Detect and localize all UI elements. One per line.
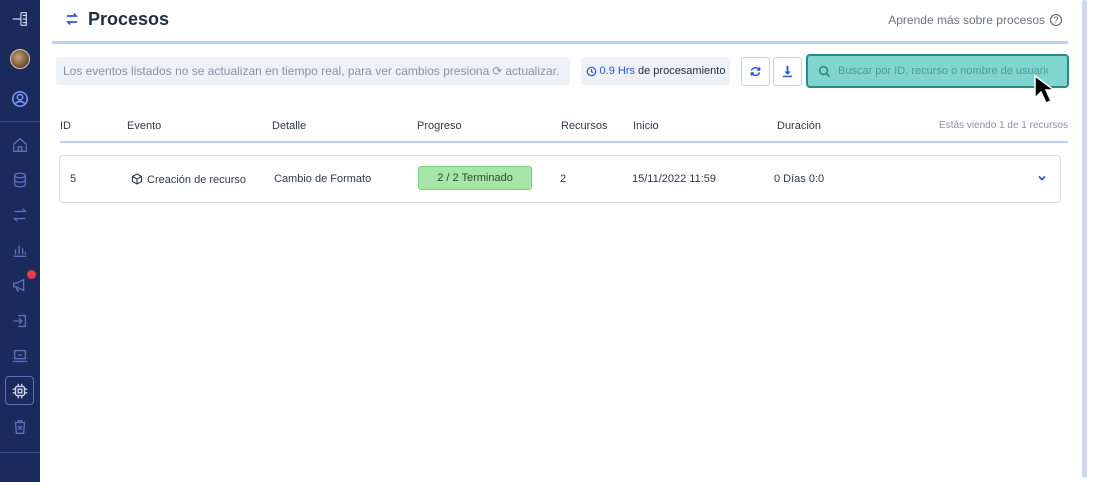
- cell-resources: 2: [560, 173, 567, 185]
- records-count: Estás viendo 1 de 1 recursos: [939, 120, 1068, 131]
- column-header-id[interactable]: ID: [60, 120, 71, 132]
- cube-icon: [131, 173, 143, 185]
- refresh-icon: [750, 67, 761, 76]
- cell-event: Creación de recurso: [131, 173, 246, 186]
- cell-detail: Cambio de Formato: [274, 173, 372, 185]
- notification-dot: [27, 270, 36, 279]
- processing-hours: 0.9 Hrs de procesamiento: [581, 57, 730, 85]
- table-header-divider: [60, 141, 1068, 143]
- hours-value: 0.9 Hrs: [599, 65, 635, 77]
- cell-duration: 0 Días 0:0: [774, 173, 825, 185]
- laptop-icon[interactable]: [0, 339, 40, 373]
- progress-badge: 2 / 2 Terminado: [418, 166, 532, 190]
- main-content: Procesos Aprende más sobre procesos ? Lo…: [40, 0, 1080, 482]
- sign-in-icon[interactable]: [0, 304, 40, 338]
- trash-icon[interactable]: [0, 410, 40, 444]
- database-icon[interactable]: [0, 163, 40, 197]
- info-text: Los eventos listados no se actualizan en…: [63, 64, 490, 78]
- history-icon: [586, 66, 596, 76]
- column-header-start[interactable]: Inicio: [633, 120, 659, 132]
- home-icon[interactable]: [0, 128, 40, 162]
- cell-id: 5: [70, 173, 77, 185]
- help-icon: ?: [1050, 14, 1062, 26]
- user-circle-icon[interactable]: [0, 82, 40, 116]
- event-label: Creación de recurso: [147, 174, 247, 186]
- learn-more-label: Aprende más sobre procesos: [888, 13, 1045, 27]
- transfer-arrows-icon[interactable]: [0, 198, 40, 232]
- search-input[interactable]: [838, 65, 1048, 77]
- column-header-duration[interactable]: Duración: [777, 120, 821, 132]
- column-header-detail[interactable]: Detalle: [272, 120, 306, 132]
- bar-chart-icon[interactable]: [0, 233, 40, 267]
- download-icon: [782, 65, 793, 78]
- search-icon: [818, 65, 831, 77]
- avatar: [10, 49, 30, 69]
- search-box[interactable]: [806, 54, 1069, 88]
- download-button[interactable]: [773, 57, 802, 86]
- sidebar: [0, 0, 40, 482]
- chevron-down-icon[interactable]: [1036, 172, 1048, 184]
- cell-start: 15/11/2022 11:59: [632, 173, 717, 185]
- transfer-arrows-icon: [66, 12, 78, 26]
- learn-more-link[interactable]: Aprende más sobre procesos ?: [888, 13, 1062, 27]
- page-title: Procesos: [88, 9, 170, 29]
- column-header-event[interactable]: Evento: [127, 120, 161, 132]
- page-header: Procesos Aprende más sobre procesos ?: [40, 0, 1080, 44]
- column-header-resources[interactable]: Recursos: [561, 120, 607, 132]
- sidebar-divider: [0, 121, 40, 122]
- hours-label: de procesamiento: [638, 65, 726, 77]
- menu-toggle-icon[interactable]: [0, 2, 40, 36]
- cpu-chip-icon[interactable]: [0, 374, 40, 408]
- user-avatar-button[interactable]: [0, 42, 40, 76]
- table-header: ID Evento Detalle Progreso Recursos Inic…: [60, 112, 1068, 143]
- header-divider: [52, 41, 1068, 44]
- table-row[interactable]: 5 Creación de recurso Cambio de Formato …: [59, 155, 1061, 203]
- mouse-cursor-icon: [1034, 74, 1057, 104]
- info-text-end: actualizar.: [505, 64, 560, 78]
- refresh-icon: ⟳: [492, 64, 503, 78]
- info-banner: Los eventos listados no se actualizan en…: [56, 57, 570, 85]
- refresh-button[interactable]: [741, 57, 770, 86]
- column-header-progress[interactable]: Progreso: [417, 120, 462, 132]
- scrollbar[interactable]: [1082, 0, 1087, 478]
- sidebar-divider: [0, 452, 40, 453]
